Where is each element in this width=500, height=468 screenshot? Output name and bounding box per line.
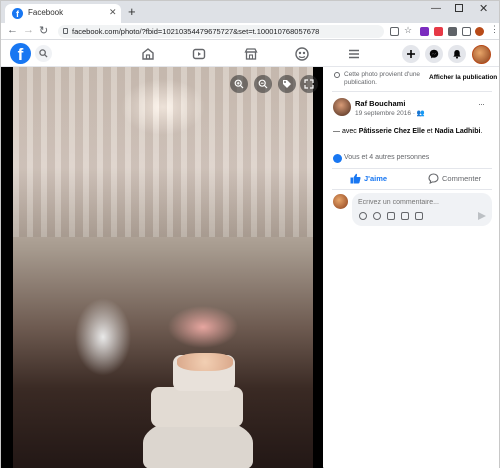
comment-composer[interactable] [352, 193, 492, 226]
cake-flowers [177, 353, 233, 371]
gif-icon[interactable] [401, 212, 409, 220]
tab-close-icon[interactable]: ✕ [109, 7, 117, 18]
notifications-icon [453, 50, 461, 59]
show-publication-link[interactable]: Afficher la publication [429, 74, 497, 81]
notifications-button[interactable] [448, 45, 466, 63]
zoom-out-icon [258, 79, 268, 89]
comment-label: Commenter [442, 174, 482, 183]
url-text: facebook.com/photo/?fbid=102103544796757… [72, 27, 320, 36]
bookmark-star-icon[interactable]: ☆ [404, 25, 413, 35]
like-reaction-icon [333, 154, 342, 163]
comment-input[interactable] [358, 197, 478, 207]
share-icon[interactable] [390, 27, 399, 36]
facebook-logo-icon[interactable]: f [10, 43, 31, 64]
publication-notice: Cette photo provient d'une publication. [344, 71, 421, 86]
groups-icon[interactable] [294, 46, 310, 62]
extension-icon[interactable] [420, 27, 429, 36]
emoji-icon[interactable] [373, 212, 381, 220]
thumbs-up-icon [350, 173, 361, 184]
like-label: J'aime [364, 174, 388, 183]
post-caption: — avec Pâtisserie Chez Elle et Nadia Lad… [333, 128, 482, 135]
browser-menu-icon[interactable]: ⋮ [490, 24, 499, 35]
create-button[interactable] [402, 45, 420, 63]
reload-icon[interactable]: ↻ [39, 24, 48, 37]
post-panel: Cette photo provient d'une publication. … [324, 67, 499, 468]
search-icon [39, 49, 48, 58]
menu-icon[interactable] [346, 46, 362, 62]
window-maximize-button[interactable] [455, 4, 463, 12]
comment-button[interactable]: Commenter [428, 173, 488, 185]
send-icon[interactable] [478, 212, 486, 220]
create-icon [407, 50, 415, 58]
caption-prefix: — avec [333, 128, 359, 135]
forward-arrow-icon[interactable]: → [23, 24, 34, 36]
search-button[interactable] [35, 45, 52, 62]
comment-icon [428, 173, 439, 184]
cake-middle-tier [151, 387, 243, 427]
author-avatar[interactable] [333, 98, 351, 116]
divider [332, 168, 492, 169]
like-button[interactable]: J'aime [350, 173, 410, 185]
tag-icon [283, 80, 291, 88]
caption-conjunction: et [424, 128, 435, 135]
marketplace-icon[interactable] [243, 46, 259, 62]
extensions-puzzle-icon[interactable] [448, 27, 457, 36]
fullscreen-button[interactable] [300, 75, 318, 93]
info-icon [334, 72, 340, 78]
tab-strip: f Facebook ✕ + — ✕ [1, 1, 499, 23]
sticker-icon[interactable] [415, 212, 423, 220]
lock-icon [63, 28, 68, 34]
new-tab-button[interactable]: + [128, 4, 136, 19]
photo-viewer [1, 67, 323, 468]
address-bar[interactable]: facebook.com/photo/?fbid=102103544796757… [58, 25, 384, 38]
more-options-icon[interactable]: ··· [478, 99, 485, 109]
back-arrow-icon[interactable]: ← [7, 24, 18, 36]
fullscreen-icon [304, 79, 314, 89]
browser-window: f Facebook ✕ + — ✕ ← → ↻ facebook.com/ph… [0, 0, 500, 468]
audience-friends-icon: 👥 [416, 110, 425, 117]
reactions-summary[interactable]: Vous et 4 autres personnes [344, 154, 429, 161]
zoom-in-button[interactable] [230, 75, 248, 93]
zoom-in-icon [234, 79, 244, 89]
browser-toolbar: ← → ↻ facebook.com/photo/?fbid=102103544… [1, 23, 499, 40]
divider [332, 189, 492, 190]
author-name[interactable]: Raf Bouchami [355, 99, 405, 108]
zoom-out-button[interactable] [254, 75, 272, 93]
window-minimize-button[interactable]: — [431, 3, 441, 14]
tag-button[interactable] [278, 75, 296, 93]
browser-tab[interactable]: f Facebook ✕ [5, 4, 121, 23]
profile-icon[interactable] [475, 27, 484, 36]
photo-backdrop [13, 67, 313, 237]
facebook-favicon-icon: f [12, 8, 23, 19]
watch-icon[interactable] [191, 46, 207, 62]
tab-title: Facebook [28, 8, 64, 17]
camera-icon[interactable] [387, 212, 395, 220]
tagged-person-link[interactable]: Nadia Ladhibi [435, 128, 481, 135]
facebook-header: f [1, 41, 499, 67]
caption-suffix: . [480, 128, 483, 135]
post-date[interactable]: 19 septembre 2016 · 👥 [355, 109, 425, 117]
tagged-page-link[interactable]: Pâtisserie Chez Elle [359, 128, 425, 135]
home-icon[interactable] [140, 46, 156, 62]
current-user-avatar[interactable] [333, 194, 348, 209]
extension-icon[interactable] [434, 27, 443, 36]
divider [332, 91, 492, 92]
side-panel-icon[interactable] [462, 27, 471, 36]
post-date-text: 19 septembre 2016 · [355, 110, 417, 117]
account-avatar[interactable] [472, 45, 491, 64]
avatar-sticker-icon[interactable] [359, 212, 367, 220]
window-close-button[interactable]: ✕ [479, 2, 488, 15]
messenger-button[interactable] [425, 45, 443, 63]
messenger-icon [429, 49, 439, 59]
